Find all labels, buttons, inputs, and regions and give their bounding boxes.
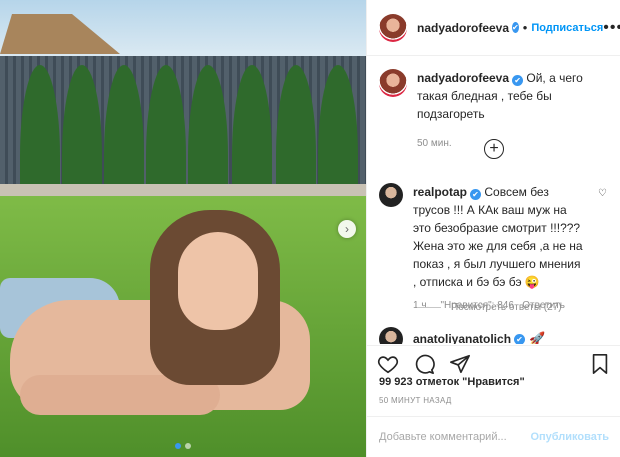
carousel-dots <box>0 443 366 449</box>
more-options-icon[interactable]: ••• <box>603 19 620 37</box>
carousel-dot <box>185 443 191 449</box>
caption-text-block: nadyadorofeeva ✔ Ой, а чего такая бледная… <box>417 69 597 153</box>
comment-emoji: 🚀 <box>529 331 546 344</box>
chevron-right-icon[interactable]: › <box>338 220 356 238</box>
comment-row: anatoliyanatolich ✔ 🚀 <box>379 327 545 344</box>
post-side-panel: nadyadorofeeva ✔ • Подписаться ••• nadya… <box>366 0 620 457</box>
avatar[interactable] <box>379 69 407 97</box>
avatar[interactable] <box>379 183 403 207</box>
view-replies-label: Посмотреть ответы (27) <box>451 302 562 313</box>
likes-count[interactable]: 99 923 отметок "Нравится" <box>379 376 525 388</box>
post-time: 50 МИНУТ НАЗАД <box>379 396 452 405</box>
caption-username[interactable]: nadyadorofeeva <box>417 71 509 85</box>
publish-button[interactable]: Опубликовать <box>530 431 609 443</box>
bookmark-icon[interactable] <box>589 353 611 375</box>
heart-icon[interactable] <box>377 353 399 375</box>
author-username[interactable]: nadyadorofeeva <box>417 21 509 35</box>
comment-row: realpotap ✔ Совсем без трусов !!! А КАк в… <box>379 183 583 315</box>
avatar[interactable] <box>379 327 403 344</box>
plus-circle-icon[interactable]: + <box>484 139 504 159</box>
separator-dot: • <box>522 20 528 35</box>
comment-text-block: realpotap ✔ Совсем без трусов !!! А КАк в… <box>413 183 583 315</box>
post-photo[interactable]: › <box>0 0 366 457</box>
comment-input[interactable] <box>379 431 529 443</box>
person-face <box>178 232 258 330</box>
caption-time: 50 мин. <box>417 138 452 149</box>
verified-badge-icon: ✔ <box>470 189 482 200</box>
avatar[interactable] <box>379 13 407 42</box>
verified-badge-icon: ✔ <box>512 22 519 33</box>
verified-badge-icon: ✔ <box>514 333 526 344</box>
post-header: nadyadorofeeva ✔ • Подписаться ••• <box>367 0 620 56</box>
verified-badge-icon: ✔ <box>512 75 524 86</box>
carousel-dot <box>175 443 181 449</box>
comment-username[interactable]: anatoliyanatolich <box>413 332 511 344</box>
heart-icon[interactable]: ♡ <box>598 188 607 199</box>
view-replies-button[interactable]: Посмотреть ответы (27) <box>417 302 562 313</box>
comments-list[interactable]: nadyadorofeeva ✔ Ой, а чего такая бледная… <box>367 57 620 344</box>
share-icon[interactable] <box>449 353 471 375</box>
comment-form: Опубликовать <box>367 416 620 457</box>
follow-button[interactable]: Подписаться <box>531 22 603 34</box>
comment-text: Совсем без трусов !!! А КАк ваш муж на э… <box>413 185 583 289</box>
divider <box>417 307 441 308</box>
comment-username[interactable]: realpotap <box>413 185 467 199</box>
comment-icon[interactable] <box>413 353 435 375</box>
